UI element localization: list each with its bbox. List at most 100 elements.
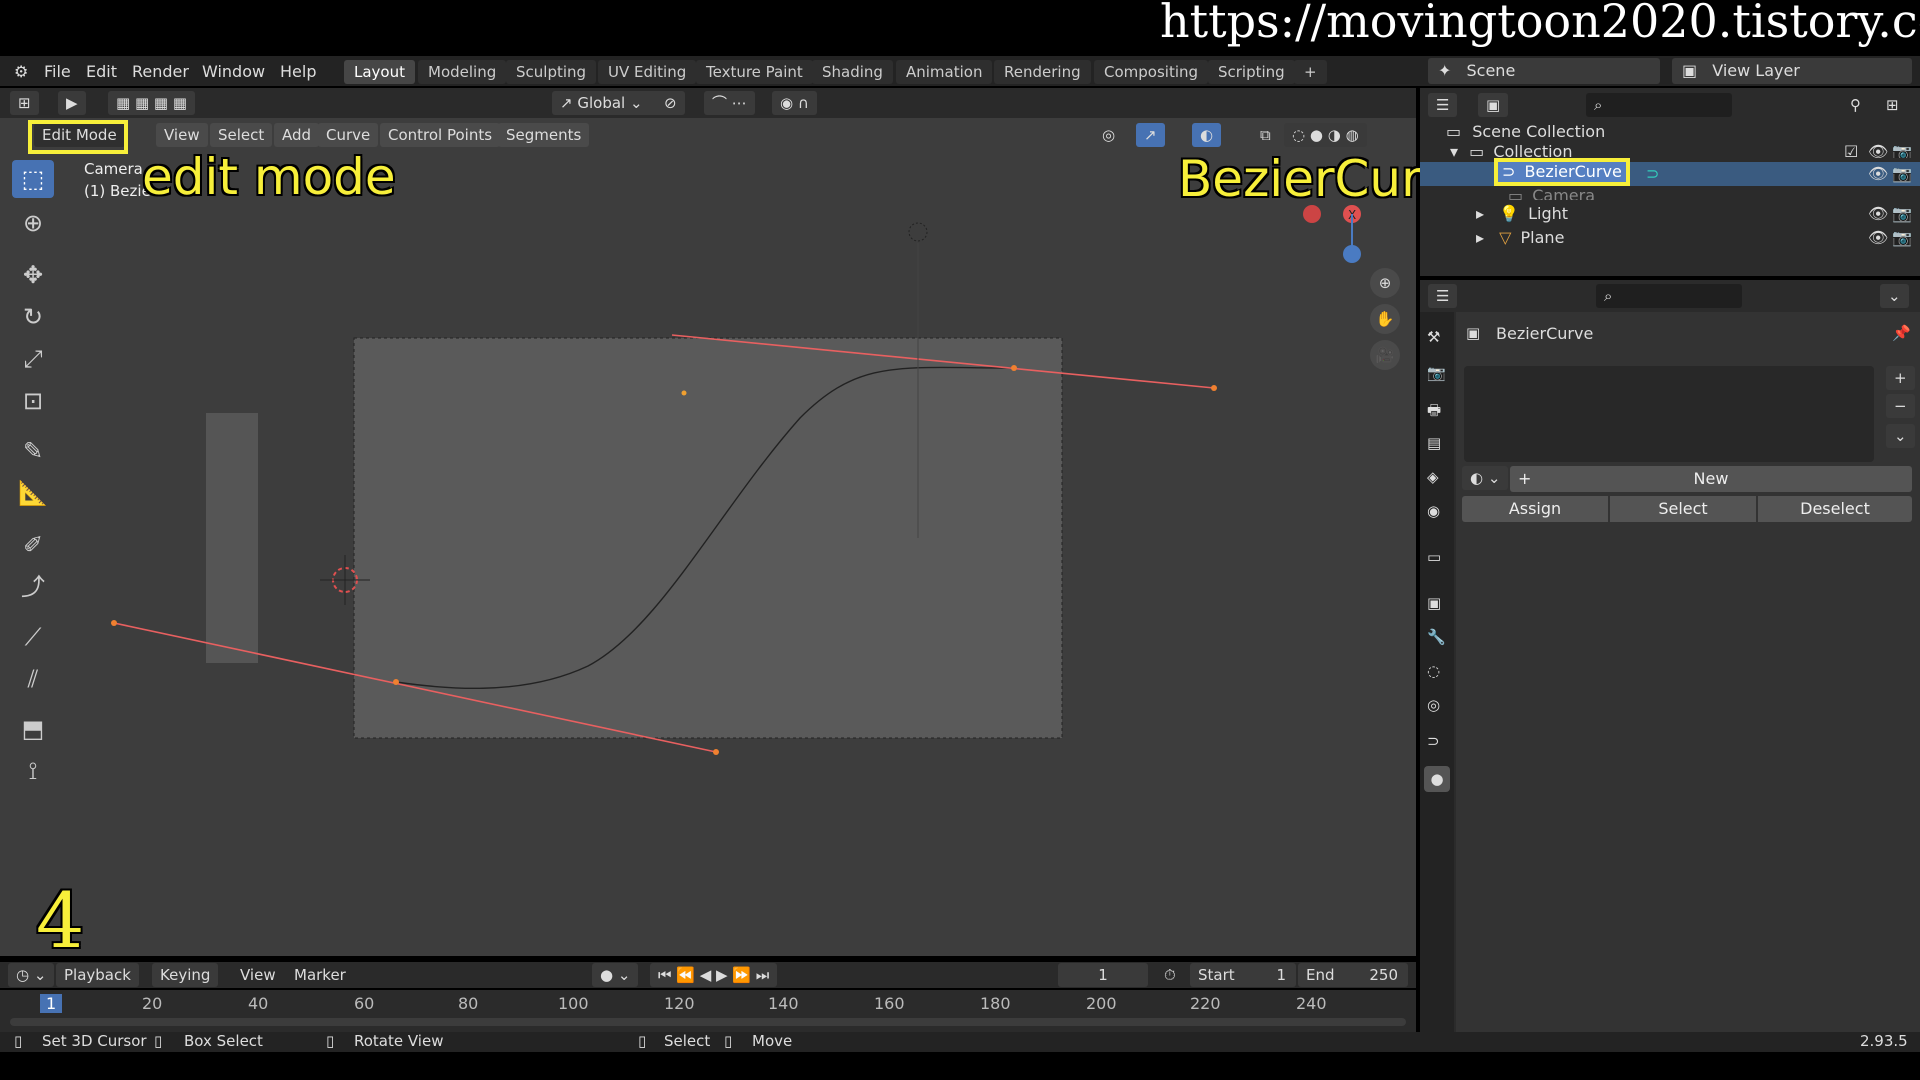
plane-eye-icon[interactable]: 👁	[1868, 226, 1888, 250]
extrude-tool-icon[interactable]: ⬒	[12, 710, 54, 748]
menu-window[interactable]: Window	[202, 62, 265, 81]
render-tab-icon[interactable]: 📷	[1427, 364, 1446, 382]
deselect-button[interactable]: Deselect	[1758, 496, 1912, 522]
tab-scripting[interactable]: Scripting	[1208, 60, 1295, 84]
slot-specials-button[interactable]: ⌄	[1886, 424, 1915, 448]
gizmo-toggle-icon[interactable]: ↗	[1136, 123, 1165, 147]
menu-control-points[interactable]: Control Points	[380, 123, 501, 147]
handle-point[interactable]	[713, 749, 719, 755]
outliner-item-plane[interactable]: ▸ ▽ Plane 👁 📷	[1420, 226, 1920, 250]
menu-select[interactable]: Select	[210, 123, 273, 147]
tab-compositing[interactable]: Compositing	[1094, 60, 1209, 84]
add-workspace-button[interactable]: +	[1294, 60, 1327, 84]
menu-view[interactable]: View	[156, 123, 208, 147]
add-slot-button[interactable]: +	[1886, 366, 1915, 390]
transform-tool-icon[interactable]: ⊡	[12, 382, 54, 420]
menu-timeline-view[interactable]: View	[232, 963, 284, 987]
assign-button[interactable]: Assign	[1462, 496, 1608, 522]
outliner-item-camera[interactable]: ▭ Camera	[1420, 184, 1920, 200]
selection-box-icons[interactable]: ▦ ▦ ▦ ▦	[108, 91, 195, 115]
world-tab-icon[interactable]: ◉	[1427, 502, 1440, 520]
timeline-editor-icon[interactable]: ◷ ⌄	[8, 963, 55, 987]
handle-point[interactable]	[1211, 385, 1217, 391]
move-tool-icon[interactable]: ✥	[12, 256, 54, 294]
radius-tool-icon[interactable]: ⫽	[12, 660, 54, 698]
tab-modeling[interactable]: Modeling	[418, 60, 507, 84]
xray-icon[interactable]: ⧉	[1252, 123, 1279, 147]
properties-editor-icon[interactable]: ☰	[1428, 284, 1458, 308]
scene-selector[interactable]: ✦ Scene	[1428, 58, 1660, 84]
beziercurve-camera-icon[interactable]: 📷	[1892, 162, 1912, 186]
3d-viewport[interactable]: X	[0, 88, 1416, 956]
pan-hand-icon[interactable]: ✋	[1370, 304, 1400, 334]
end-frame-field[interactable]: End 250	[1298, 963, 1408, 987]
collection-checkbox[interactable]: ☑	[1844, 140, 1858, 158]
playback-controls[interactable]: ⏮ ⏪ ◀ ▶ ⏩ ⏭	[650, 963, 778, 987]
menu-file[interactable]: File	[44, 62, 71, 81]
material-browse-button[interactable]: ◐ ⌄	[1462, 466, 1509, 490]
material-tab-icon[interactable]: ●	[1424, 766, 1450, 792]
scene-tab-icon[interactable]: ◈	[1427, 468, 1439, 486]
light-camera-icon[interactable]: 📷	[1892, 202, 1912, 226]
timeline-scrollbar[interactable]	[10, 1018, 1406, 1026]
control-point[interactable]	[1011, 365, 1017, 371]
annotate-tool-icon[interactable]: ✎	[12, 432, 54, 470]
current-frame-field[interactable]: 1	[1058, 963, 1148, 987]
modifier-tab-icon[interactable]: 🔧	[1427, 628, 1446, 646]
output-tab-icon[interactable]: 🖶	[1427, 400, 1441, 425]
menu-playback[interactable]: Playback	[56, 963, 139, 987]
timer-icon[interactable]: ⏱	[1156, 963, 1184, 987]
menu-curve[interactable]: Curve	[318, 123, 379, 147]
handle-point[interactable]	[111, 620, 117, 626]
start-frame-field[interactable]: Start 1	[1190, 963, 1296, 987]
draw-tool-icon[interactable]: ✐	[12, 526, 54, 564]
remove-slot-button[interactable]: −	[1886, 394, 1915, 418]
tab-texture-paint[interactable]: Texture Paint	[696, 60, 813, 84]
randomize-tool-icon[interactable]: ⟟	[12, 752, 54, 790]
tab-uv-editing[interactable]: UV Editing	[598, 60, 697, 84]
light-eye-icon[interactable]: 👁	[1868, 202, 1888, 226]
tab-rendering[interactable]: Rendering	[994, 60, 1091, 84]
transform-orientation-dropdown[interactable]: ↗ Global ⌄	[552, 91, 662, 115]
tab-animation[interactable]: Animation	[896, 60, 993, 84]
tool-tab-icon[interactable]: ⚒	[1427, 328, 1440, 346]
outliner-item-light[interactable]: ▸ 💡 Light 👁 📷	[1420, 202, 1920, 226]
particles-tab-icon[interactable]: ◌	[1427, 662, 1440, 680]
cursor-tool-icon[interactable]: ⊕	[12, 204, 54, 242]
outliner-editor-icon[interactable]: ☰	[1428, 93, 1458, 117]
outliner-collection[interactable]: ▾ ▭ Collection ☑ 👁 📷	[1420, 140, 1920, 158]
collection-camera-icon[interactable]: 📷	[1892, 140, 1912, 158]
outliner-search-input[interactable]: ⌕	[1586, 93, 1732, 117]
menu-edit[interactable]: Edit	[86, 62, 117, 81]
physics-tab-icon[interactable]: ◎	[1427, 696, 1440, 714]
tab-layout[interactable]: Layout	[344, 60, 415, 84]
pivot-icon[interactable]: ⊘	[656, 91, 685, 115]
menu-marker[interactable]: Marker	[286, 963, 354, 987]
data-tab-icon[interactable]: ⊃	[1427, 732, 1440, 750]
control-point[interactable]	[393, 679, 399, 685]
zoom-icon[interactable]: ⊕	[1370, 268, 1400, 298]
frame-indicator[interactable]: 1	[40, 994, 63, 1013]
pin-icon[interactable]: 📌	[1892, 324, 1911, 342]
properties-options-icon[interactable]: ⌄	[1880, 284, 1909, 308]
tab-shading[interactable]: Shading	[812, 60, 893, 84]
timeline-ruler[interactable]: 1 20 40 60 80 100 120 140 160 180 200 22…	[0, 990, 1416, 1032]
menu-render[interactable]: Render	[132, 62, 189, 81]
properties-search-input[interactable]: ⌕	[1596, 284, 1742, 308]
scale-tool-icon[interactable]: ⤢	[12, 340, 54, 378]
collection-tab-icon[interactable]: ▭	[1427, 548, 1441, 566]
menu-add[interactable]: Add	[274, 123, 320, 147]
shading-modes[interactable]: ◌ ● ◑ ◍	[1284, 123, 1367, 147]
outliner-item-beziercurve[interactable]: ⊃ BezierCurve ⊃ 👁 📷	[1420, 158, 1920, 186]
object-tab-icon[interactable]: ▣	[1427, 594, 1441, 612]
snap-icon[interactable]: ⌒ ⋯	[704, 91, 755, 115]
tilt-tool-icon[interactable]: ⟋	[12, 618, 54, 656]
blender-logo-icon[interactable]: ⚙	[14, 62, 28, 81]
tab-sculpting[interactable]: Sculpting	[506, 60, 597, 84]
select-box-tool-icon[interactable]: ⬚	[12, 160, 54, 198]
rotate-tool-icon[interactable]: ↻	[12, 298, 54, 336]
plane-camera-icon[interactable]: 📷	[1892, 226, 1912, 250]
collection-eye-icon[interactable]: 👁	[1868, 140, 1888, 158]
curve-pen-tool-icon[interactable]: ⤴	[12, 568, 54, 606]
overlay-toggle-icon[interactable]: ◐	[1192, 123, 1222, 147]
